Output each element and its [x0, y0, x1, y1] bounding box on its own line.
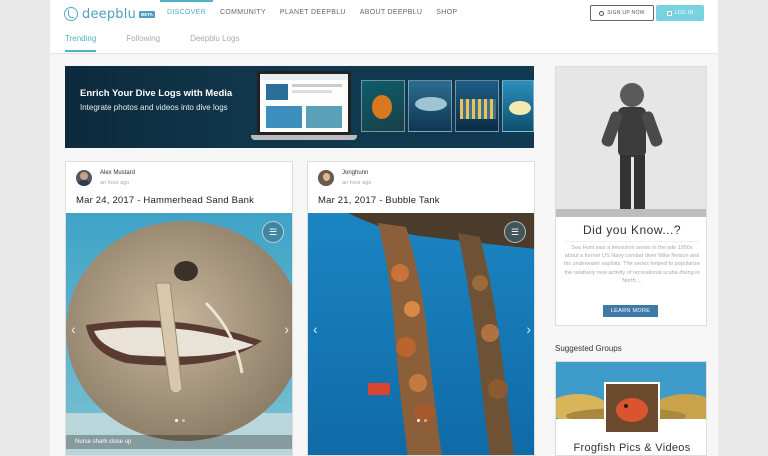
- promo-banner[interactable]: Enrich Your Dive Logs with Media Integra…: [65, 66, 534, 148]
- carousel-dot[interactable]: [417, 419, 420, 422]
- banner-title: Enrich Your Dive Logs with Media: [80, 88, 233, 99]
- nav-discover[interactable]: DISCOVER: [160, 0, 213, 28]
- divider: [564, 241, 700, 242]
- feed-tabs: Trending Following Deepblu Logs: [65, 33, 269, 52]
- chevron-left-icon[interactable]: ‹: [71, 321, 76, 337]
- post-card[interactable]: Jonghunn an hour ago Mar 21, 2017 - Bubb…: [307, 161, 535, 456]
- laptop-illustration: [251, 71, 357, 144]
- chevron-right-icon[interactable]: ›: [284, 321, 289, 337]
- post-author[interactable]: Jonghunn: [342, 170, 368, 176]
- carousel-dots: [308, 419, 534, 422]
- post-image[interactable]: ☰ ‹ › Nurse shark close up: [66, 213, 292, 455]
- learn-more-button[interactable]: LEARN MORE: [603, 305, 658, 317]
- carousel-dots: [66, 419, 292, 422]
- sign-up-button[interactable]: SIGN UP NOW: [590, 5, 654, 21]
- diver-photo: [556, 67, 706, 217]
- banner-subtitle: Integrate photos and videos into dive lo…: [80, 103, 228, 112]
- post-time: an hour ago: [342, 180, 372, 186]
- dive-log-book-icon[interactable]: ☰: [262, 221, 284, 243]
- group-title[interactable]: Frogfish Pics & Videos: [556, 442, 706, 454]
- nav-about-deepblu[interactable]: ABOUT DEEPBLU: [353, 0, 430, 28]
- suggested-groups-heading: Suggested Groups: [555, 344, 622, 353]
- post-time: an hour ago: [100, 180, 130, 186]
- post-title[interactable]: Mar 24, 2017 - Hammerhead Sand Bank: [76, 195, 254, 206]
- dive-log-book-icon[interactable]: ☰: [504, 221, 526, 243]
- banner-photo: [361, 80, 405, 132]
- group-card[interactable]: Frogfish Pics & Videos: [555, 361, 707, 456]
- sign-up-label: SIGN UP NOW: [607, 10, 645, 16]
- tab-deepblu-logs[interactable]: Deepblu Logs: [190, 33, 239, 52]
- carousel-dot[interactable]: [182, 419, 185, 422]
- post-image[interactable]: ☰ ‹ ›: [308, 213, 534, 455]
- page: deepblu BETA DISCOVER COMMUNITY PLANET D…: [50, 0, 718, 456]
- post-title[interactable]: Mar 21, 2017 - Bubble Tank: [318, 195, 440, 206]
- avatar[interactable]: [76, 170, 92, 186]
- nav-shop[interactable]: SHOP: [429, 0, 464, 28]
- group-thumbnail: [604, 382, 660, 434]
- log-in-label: LOG IN: [674, 10, 694, 16]
- nav-community[interactable]: COMMUNITY: [213, 0, 273, 28]
- nav-planet-deepblu[interactable]: PLANET DEEPBLU: [273, 0, 353, 28]
- did-you-know-text: Sea Hunt was a television series in the …: [564, 245, 700, 284]
- photo-caption: Nurse shark close up: [66, 435, 292, 449]
- tab-trending[interactable]: Trending: [65, 33, 97, 52]
- banner-photo: [455, 80, 499, 132]
- chevron-left-icon[interactable]: ‹: [313, 321, 318, 337]
- avatar[interactable]: [318, 170, 334, 186]
- top-header: deepblu BETA DISCOVER COMMUNITY PLANET D…: [50, 0, 718, 54]
- post-card[interactable]: Alex Mustard an hour ago Mar 24, 2017 - …: [65, 161, 293, 456]
- banner-photo: [502, 80, 534, 132]
- log-in-button[interactable]: LOG IN: [656, 5, 704, 21]
- user-icon: [599, 10, 605, 16]
- did-you-know-card: Did you Know...? Sea Hunt was a televisi…: [555, 66, 707, 326]
- banner-photo: [408, 80, 452, 132]
- lock-icon: [666, 10, 672, 16]
- deepblu-logo[interactable]: deepblu BETA: [64, 6, 155, 22]
- main-nav: DISCOVER COMMUNITY PLANET DEEPBLU ABOUT …: [160, 0, 464, 28]
- did-you-know-title: Did you Know...?: [582, 223, 682, 237]
- chevron-right-icon[interactable]: ›: [526, 321, 531, 337]
- post-author[interactable]: Alex Mustard: [100, 170, 135, 176]
- deepblu-logo-icon: [64, 7, 78, 21]
- tab-following[interactable]: Following: [126, 33, 160, 52]
- beta-badge: BETA: [139, 10, 155, 18]
- carousel-dot[interactable]: [424, 419, 427, 422]
- carousel-dot[interactable]: [175, 419, 178, 422]
- brand-name: deepblu: [82, 6, 137, 22]
